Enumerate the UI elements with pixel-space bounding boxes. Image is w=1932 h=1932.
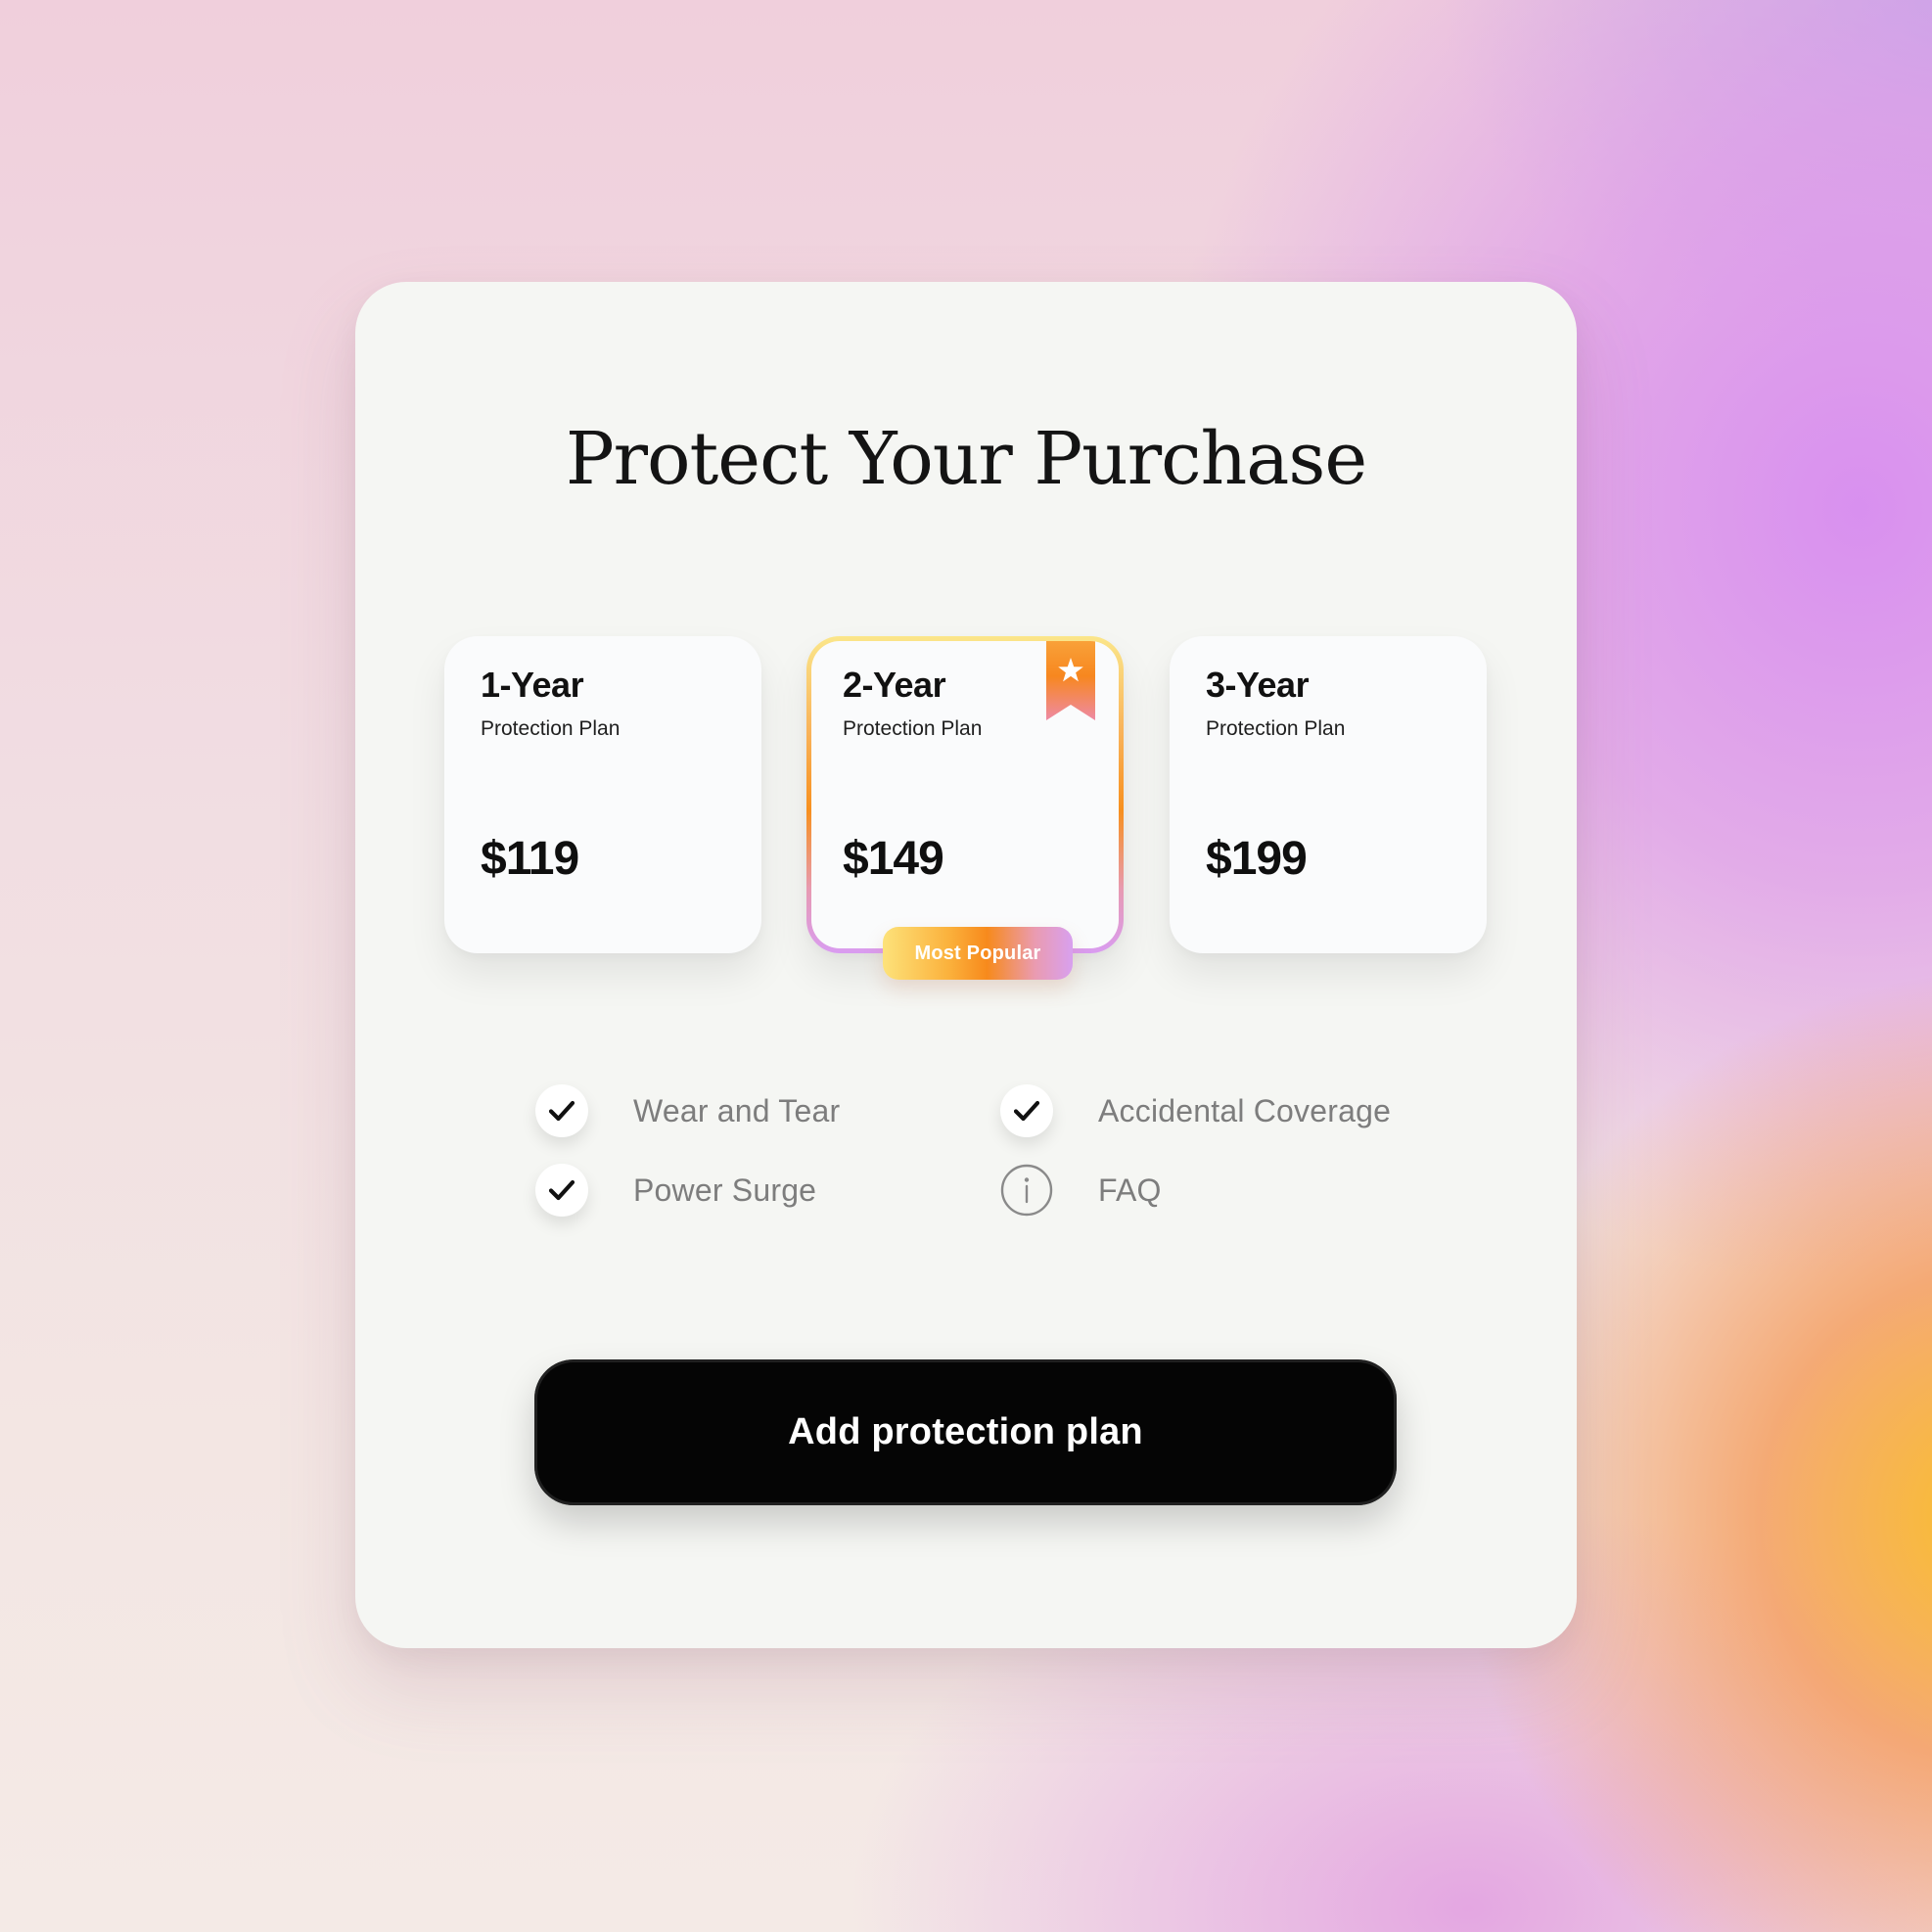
feature-power-surge: Power Surge [535,1164,816,1217]
plan-card-1-year[interactable]: 1-Year Protection Plan $119 [444,636,761,953]
info-icon [1000,1164,1053,1217]
plan-duration: 3-Year [1206,665,1310,705]
plan-subtitle: Protection Plan [481,717,621,740]
plan-price: $199 [1206,833,1308,885]
plan-price: $149 [843,833,944,885]
plan-card-3-year[interactable]: 3-Year Protection Plan $199 [1170,636,1487,953]
feature-label: Accidental Coverage [1098,1092,1392,1128]
plan-card-2-year[interactable]: 2-Year Protection Plan $149 [806,636,1124,953]
plan-card-header: 1-Year Protection Plan [481,666,620,741]
check-icon [1000,1084,1053,1137]
faq-label: FAQ [1098,1172,1162,1208]
plan-card-header: 2-Year Protection Plan [843,666,982,741]
check-icon [535,1164,588,1217]
plan-subtitle: Protection Plan [1206,717,1346,740]
feature-accidental-coverage: Accidental Coverage [1000,1084,1391,1137]
plan-card-body: 2-Year Protection Plan $149 [811,641,1119,948]
faq-link[interactable]: FAQ [1000,1164,1162,1217]
most-popular-badge: Most Popular [883,927,1073,980]
plan-options: 1-Year Protection Plan $119 2-Year Prote… [444,636,1488,989]
plan-duration: 1-Year [481,665,584,705]
plan-subtitle: Protection Plan [843,717,983,740]
plan-card-header: 3-Year Protection Plan [1206,666,1345,741]
add-protection-plan-button[interactable]: Add protection plan [534,1359,1397,1505]
page-title: Protect Your Purchase [565,417,1367,501]
feature-label: Wear and Tear [633,1092,841,1128]
feature-label: Power Surge [633,1172,817,1208]
check-icon [535,1084,588,1137]
star-bookmark-icon [1046,641,1095,720]
plan-duration: 2-Year [843,665,946,705]
protection-plan-panel: Protect Your Purchase 1-Year Protection … [355,282,1577,1648]
feature-wear-and-tear: Wear and Tear [535,1084,840,1137]
feature-list: Wear and Tear Accidental Coverage Power … [535,1084,1416,1241]
plan-price: $119 [481,833,579,885]
